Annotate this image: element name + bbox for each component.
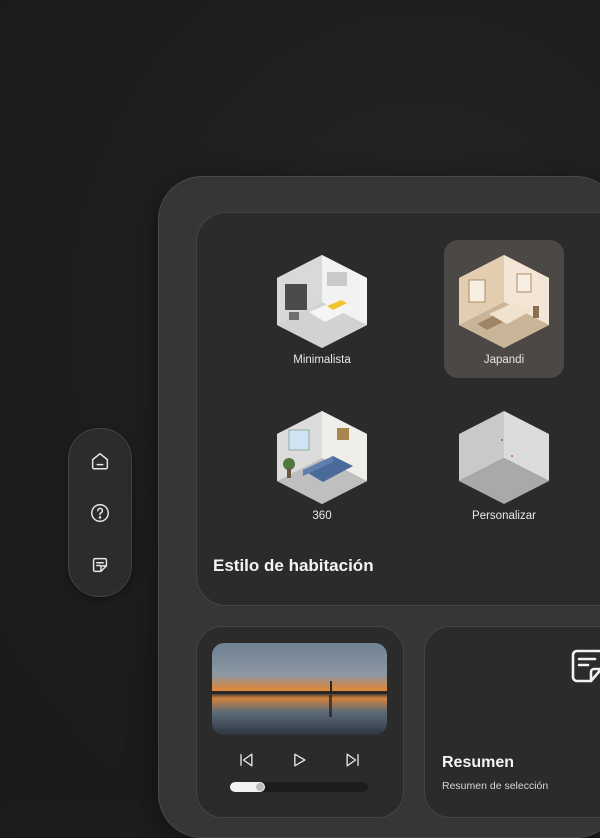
skip-back-icon: [240, 753, 253, 767]
style-option-label: Personalizar: [472, 510, 536, 522]
style-option-360[interactable]: 360: [262, 396, 382, 534]
bedroom-360-image: [277, 411, 367, 504]
skip-forward-icon: [346, 753, 359, 767]
summary-subtitle: Resumen de selección: [442, 780, 549, 792]
previous-button[interactable]: [234, 748, 258, 772]
next-button[interactable]: [341, 748, 365, 772]
progress-knob[interactable]: [256, 783, 264, 791]
style-option-label: 360: [312, 510, 332, 522]
note-icon: [571, 649, 600, 683]
help-icon: [91, 504, 109, 522]
style-option-personalizar[interactable]: Personalizar: [444, 396, 564, 534]
minimalist-room-image: [277, 255, 367, 348]
notes-button[interactable]: [86, 551, 114, 579]
empty-room-image: [459, 411, 549, 504]
summary-title: Resumen: [442, 754, 515, 771]
play-icon: [294, 753, 306, 767]
play-button[interactable]: [287, 748, 311, 772]
sunset-lake-image: [212, 643, 387, 735]
side-rail: [68, 428, 132, 597]
note-icon: [92, 557, 108, 573]
japandi-room-image: [459, 255, 549, 348]
style-option-label: Japandi: [483, 354, 525, 366]
style-option-japandi[interactable]: Japandi: [444, 240, 564, 378]
video-preview[interactable]: [212, 643, 387, 735]
style-option-label: Minimalista: [293, 354, 351, 366]
playback-progress[interactable]: [230, 782, 368, 792]
help-button[interactable]: [86, 499, 114, 527]
style-option-minimalista[interactable]: Minimalista: [262, 240, 382, 378]
home-button[interactable]: [86, 447, 114, 475]
home-icon: [91, 452, 109, 470]
room-style-title: Estilo de habitación: [213, 556, 374, 575]
